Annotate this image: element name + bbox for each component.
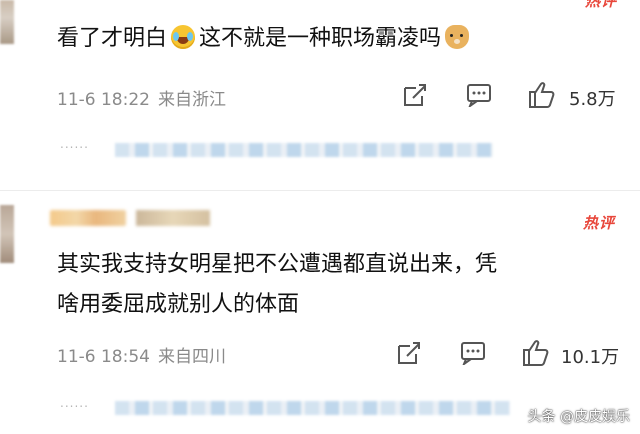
avatar[interactable] bbox=[0, 205, 14, 263]
doge-emoji-icon bbox=[445, 25, 470, 49]
watermark: 头条 @皮皮娱乐 bbox=[527, 409, 630, 425]
comment-text-part: 看了才明白 bbox=[57, 26, 168, 51]
comment-date: 11-6 18:22 bbox=[57, 90, 150, 110]
like-count: 10.1万 bbox=[561, 347, 620, 368]
comment-icon[interactable] bbox=[466, 83, 492, 107]
more-replies-dots[interactable]: ...... bbox=[60, 137, 89, 151]
repost-icon[interactable] bbox=[396, 340, 422, 366]
username-blurred[interactable] bbox=[50, 210, 126, 226]
comment-text: 看了才明白 这不就是一种职场霸凌吗 bbox=[57, 22, 473, 56]
hot-comment-badge: 热评 bbox=[583, 214, 616, 232]
comment-date: 11-6 18:54 bbox=[57, 347, 150, 367]
like-icon[interactable] bbox=[527, 80, 557, 110]
comment-location: 来自浙江 bbox=[157, 90, 226, 110]
comment-location: 来自四川 bbox=[157, 347, 226, 367]
like-icon[interactable] bbox=[521, 338, 551, 368]
comment-text-line: 其实我支持女明星把不公遭遇都直说出来，凭 bbox=[57, 252, 498, 277]
repost-icon[interactable] bbox=[402, 82, 428, 108]
comment-text-part: 这不就是一种职场霸凌吗 bbox=[199, 26, 442, 51]
comment-meta: 11-6 18:54 来自四川 bbox=[57, 342, 234, 367]
comment-meta: 11-6 18:22 来自浙江 bbox=[57, 85, 234, 110]
comment-text-line: 啥用委屈成就别人的体面 bbox=[57, 292, 300, 317]
laughing-crying-emoji-icon bbox=[171, 25, 196, 49]
more-replies-dots[interactable]: ...... bbox=[60, 396, 89, 410]
hot-comment-badge: 热评 bbox=[585, 0, 618, 10]
blurred-reply-preview[interactable] bbox=[115, 143, 493, 157]
like-count: 5.8万 bbox=[569, 89, 616, 110]
comment-icon[interactable] bbox=[460, 341, 486, 365]
blurred-reply-preview[interactable] bbox=[115, 401, 510, 415]
user-badge-blurred bbox=[136, 210, 210, 226]
divider bbox=[0, 190, 640, 191]
avatar[interactable] bbox=[0, 0, 14, 44]
